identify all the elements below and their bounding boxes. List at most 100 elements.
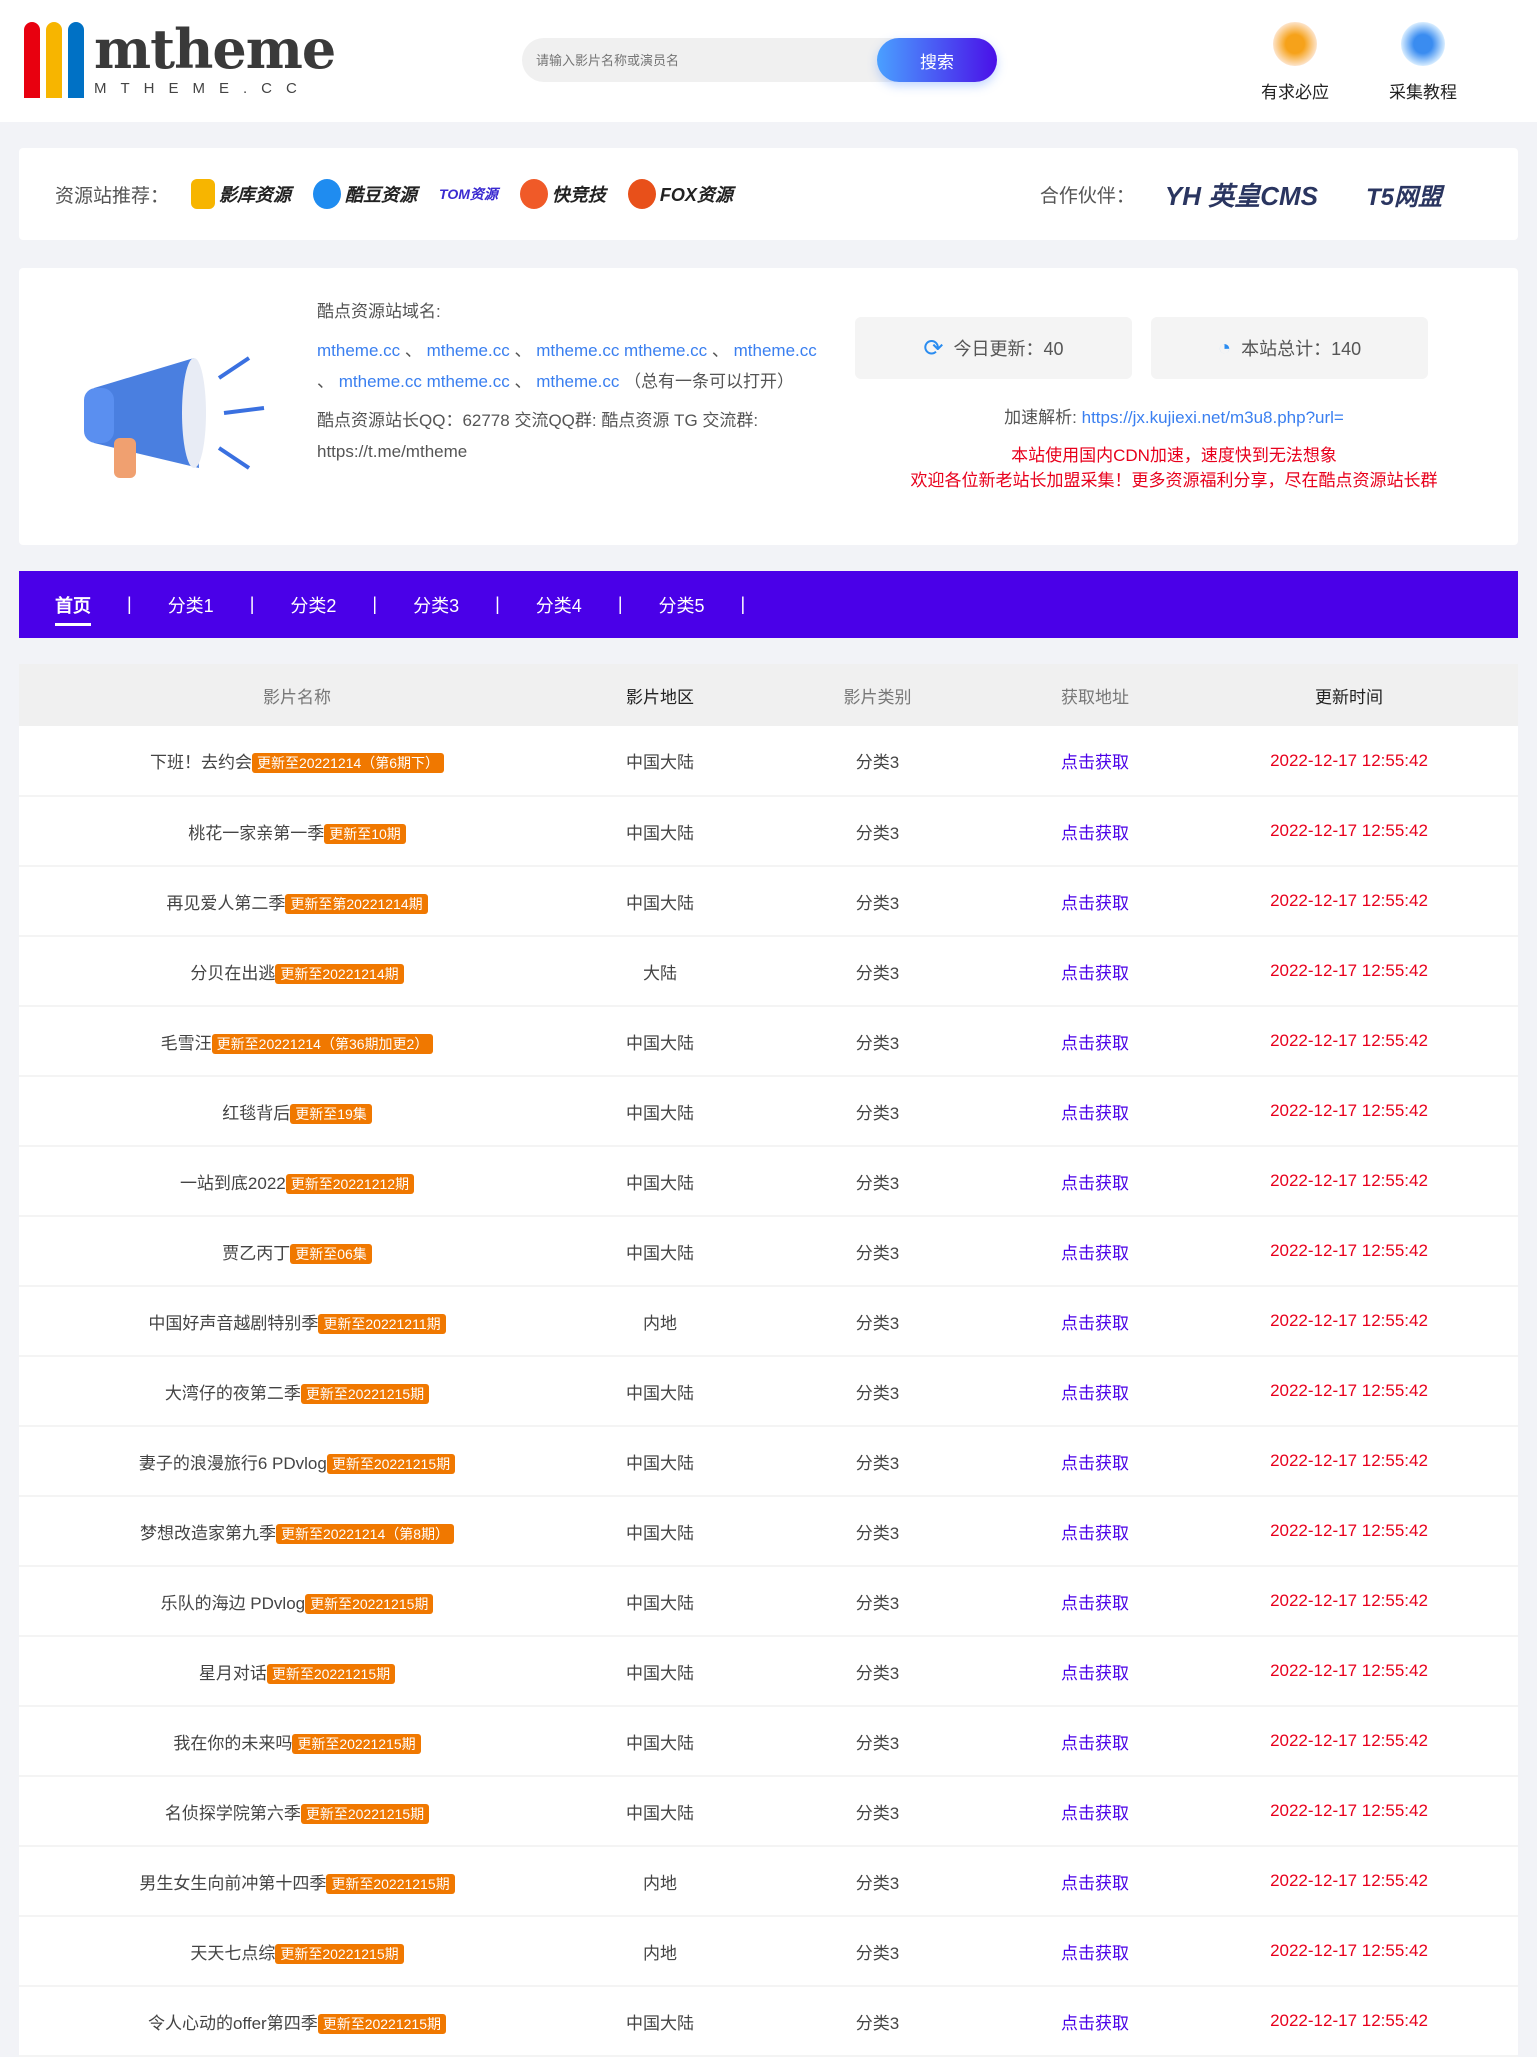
get-link[interactable]: 点击获取 bbox=[1061, 1244, 1129, 1263]
video-name-cell: 桃花一家亲第一季 更新至10期 bbox=[19, 796, 575, 867]
partner-yingku[interactable]: 影库资源 bbox=[191, 179, 291, 209]
update-time: 2022-12-17 12:55:42 bbox=[1180, 1426, 1518, 1497]
video-title[interactable]: 中国好声音越剧特别季 bbox=[148, 1314, 318, 1333]
region-cell: 中国大陆 bbox=[575, 1216, 745, 1287]
update-time: 2022-12-17 12:55:42 bbox=[1180, 936, 1518, 1007]
nav-home[interactable]: 首页 bbox=[55, 592, 91, 626]
col-time: 更新时间 bbox=[1180, 664, 1518, 726]
get-link[interactable]: 点击获取 bbox=[1061, 1174, 1129, 1193]
update-badge: 更新至20221215期 bbox=[292, 1733, 421, 1754]
get-link[interactable]: 点击获取 bbox=[1061, 2014, 1129, 2033]
get-link[interactable]: 点击获取 bbox=[1061, 753, 1129, 772]
get-link[interactable]: 点击获取 bbox=[1061, 1524, 1129, 1543]
table-row: 下班！去约会 更新至20221214（第6期下） 中国大陆 分类3 点击获取 20… bbox=[19, 726, 1518, 797]
video-title[interactable]: 妻子的浪漫旅行6 PDvlog bbox=[139, 1454, 327, 1473]
video-title[interactable]: 名侦探学院第六季 bbox=[165, 1804, 301, 1823]
video-title[interactable]: 分贝在出逃 bbox=[190, 964, 275, 983]
update-time: 2022-12-17 12:55:42 bbox=[1180, 1846, 1518, 1917]
get-link[interactable]: 点击获取 bbox=[1061, 1454, 1129, 1473]
get-link[interactable]: 点击获取 bbox=[1061, 824, 1129, 843]
video-title[interactable]: 星月对话 bbox=[199, 1664, 267, 1683]
video-title[interactable]: 桃花一家亲第一季 bbox=[188, 824, 324, 843]
search-bar: 搜索 bbox=[522, 38, 997, 82]
region-cell: 中国大陆 bbox=[575, 1706, 745, 1777]
parse-url-link[interactable]: https://jx.kujiexi.net/m3u8.php?url= bbox=[1082, 408, 1344, 427]
update-badge: 更新至第20221214期 bbox=[285, 893, 428, 914]
col-link: 获取地址 bbox=[1010, 664, 1180, 726]
nav-category-3[interactable]: 分类3 bbox=[413, 592, 459, 618]
get-link[interactable]: 点击获取 bbox=[1061, 1804, 1129, 1823]
video-title[interactable]: 大湾仔的夜第二季 bbox=[165, 1384, 301, 1403]
video-title[interactable]: 红毯背后 bbox=[222, 1104, 290, 1123]
get-link[interactable]: 点击获取 bbox=[1061, 964, 1129, 983]
logo-title: mtheme bbox=[94, 17, 336, 81]
search-button[interactable]: 搜索 bbox=[877, 38, 997, 82]
table-row: 中国好声音越剧特别季 更新至20221211期 内地 分类3 点击获取 2022-… bbox=[19, 1286, 1518, 1357]
table-row: 再见爱人第二季 更新至第20221214期 中国大陆 分类3 点击获取 2022-… bbox=[19, 866, 1518, 937]
get-link[interactable]: 点击获取 bbox=[1061, 1664, 1129, 1683]
video-name-cell: 中国好声音越剧特别季 更新至20221211期 bbox=[19, 1286, 575, 1357]
partner-t5[interactable]: T5网盟 bbox=[1366, 177, 1442, 212]
domain-link[interactable]: mtheme.cc bbox=[536, 372, 619, 391]
category-cell: 分类3 bbox=[745, 1216, 1010, 1287]
video-title[interactable]: 令人心动的offer第四季 bbox=[148, 2014, 318, 2033]
get-link[interactable]: 点击获取 bbox=[1061, 1734, 1129, 1753]
table-row: 分贝在出逃 更新至20221214期 大陆 分类3 点击获取 2022-12-17… bbox=[19, 936, 1518, 1007]
partner-tom[interactable]: TOM资源 bbox=[439, 184, 498, 204]
nav-category-2[interactable]: 分类2 bbox=[290, 592, 336, 618]
partner-kuaijingji[interactable]: 快竞技 bbox=[519, 179, 606, 209]
get-link[interactable]: 点击获取 bbox=[1061, 1384, 1129, 1403]
get-link[interactable]: 点击获取 bbox=[1061, 1944, 1129, 1963]
video-title[interactable]: 我在你的未来吗 bbox=[173, 1734, 292, 1753]
search-input[interactable] bbox=[522, 38, 907, 82]
category-cell: 分类3 bbox=[745, 1776, 1010, 1847]
domain-link[interactable]: mtheme.cc mtheme.cc bbox=[339, 372, 510, 391]
video-title[interactable]: 天天七点综 bbox=[190, 1944, 275, 1963]
video-title[interactable]: 乐队的海边 PDvlog bbox=[161, 1594, 306, 1613]
domain-link[interactable]: mtheme.cc mtheme.cc bbox=[536, 341, 707, 360]
video-title[interactable]: 下班！去约会 bbox=[150, 753, 252, 772]
table-row: 桃花一家亲第一季 更新至10期 中国大陆 分类3 点击获取 2022-12-17 … bbox=[19, 796, 1518, 867]
nav-category-4[interactable]: 分类4 bbox=[536, 592, 582, 618]
video-name-cell: 再见爱人第二季 更新至第20221214期 bbox=[19, 866, 575, 937]
request-link[interactable]: 有求必应 bbox=[1261, 22, 1329, 103]
partner-fox[interactable]: FOX资源 bbox=[627, 179, 733, 209]
video-title[interactable]: 一站到底2022 bbox=[180, 1174, 286, 1193]
site-header: mtheme MTHEME.CC 搜索 有求必应 采集教程 bbox=[0, 0, 1537, 122]
table-row: 星月对话 更新至20221215期 中国大陆 分类3 点击获取 2022-12-1… bbox=[19, 1636, 1518, 1707]
link-cell: 点击获取 bbox=[1010, 1076, 1180, 1147]
region-cell: 中国大陆 bbox=[575, 1566, 745, 1637]
video-table: 影片名称 影片地区 影片类别 获取地址 更新时间 下班！去约会 更新至202212… bbox=[19, 664, 1518, 2057]
region-cell: 中国大陆 bbox=[575, 1986, 745, 2057]
site-logo[interactable]: mtheme MTHEME.CC bbox=[24, 17, 336, 98]
get-link[interactable]: 点击获取 bbox=[1061, 1314, 1129, 1333]
logo-mark bbox=[24, 22, 84, 98]
video-title[interactable]: 男生女生向前冲第十四季 bbox=[139, 1874, 326, 1893]
update-time: 2022-12-17 12:55:42 bbox=[1180, 1076, 1518, 1147]
get-link[interactable]: 点击获取 bbox=[1061, 1874, 1129, 1893]
region-cell: 大陆 bbox=[575, 936, 745, 1007]
tutorial-link[interactable]: 采集教程 bbox=[1389, 22, 1457, 103]
table-row: 我在你的未来吗 更新至20221215期 中国大陆 分类3 点击获取 2022-1… bbox=[19, 1706, 1518, 1777]
video-title[interactable]: 贾乙丙丁 bbox=[222, 1244, 290, 1263]
video-title[interactable]: 毛雪汪 bbox=[161, 1034, 212, 1053]
domain-link[interactable]: mtheme.cc bbox=[317, 341, 400, 360]
get-link[interactable]: 点击获取 bbox=[1061, 1034, 1129, 1053]
get-link[interactable]: 点击获取 bbox=[1061, 894, 1129, 913]
category-cell: 分类3 bbox=[745, 1076, 1010, 1147]
nav-category-5[interactable]: 分类5 bbox=[659, 592, 705, 618]
partner-kudou[interactable]: 酷豆资源 bbox=[313, 179, 417, 209]
video-title[interactable]: 再见爱人第二季 bbox=[166, 894, 285, 913]
get-link[interactable]: 点击获取 bbox=[1061, 1594, 1129, 1613]
video-title[interactable]: 梦想改造家第九季 bbox=[140, 1524, 276, 1543]
nav-category-1[interactable]: 分类1 bbox=[168, 592, 214, 618]
update-time: 2022-12-17 12:55:42 bbox=[1180, 726, 1518, 797]
table-row: 妻子的浪漫旅行6 PDvlog 更新至20221215期 中国大陆 分类3 点击获… bbox=[19, 1426, 1518, 1497]
update-time: 2022-12-17 12:55:42 bbox=[1180, 1636, 1518, 1707]
update-badge: 更新至20221215期 bbox=[326, 1453, 456, 1474]
domain-link[interactable]: mtheme.cc bbox=[427, 341, 510, 360]
link-cell: 点击获取 bbox=[1010, 866, 1180, 937]
domain-link[interactable]: mtheme.cc bbox=[734, 341, 817, 360]
get-link[interactable]: 点击获取 bbox=[1061, 1104, 1129, 1123]
partner-yhcms[interactable]: YH 英皇CMS bbox=[1165, 176, 1318, 213]
